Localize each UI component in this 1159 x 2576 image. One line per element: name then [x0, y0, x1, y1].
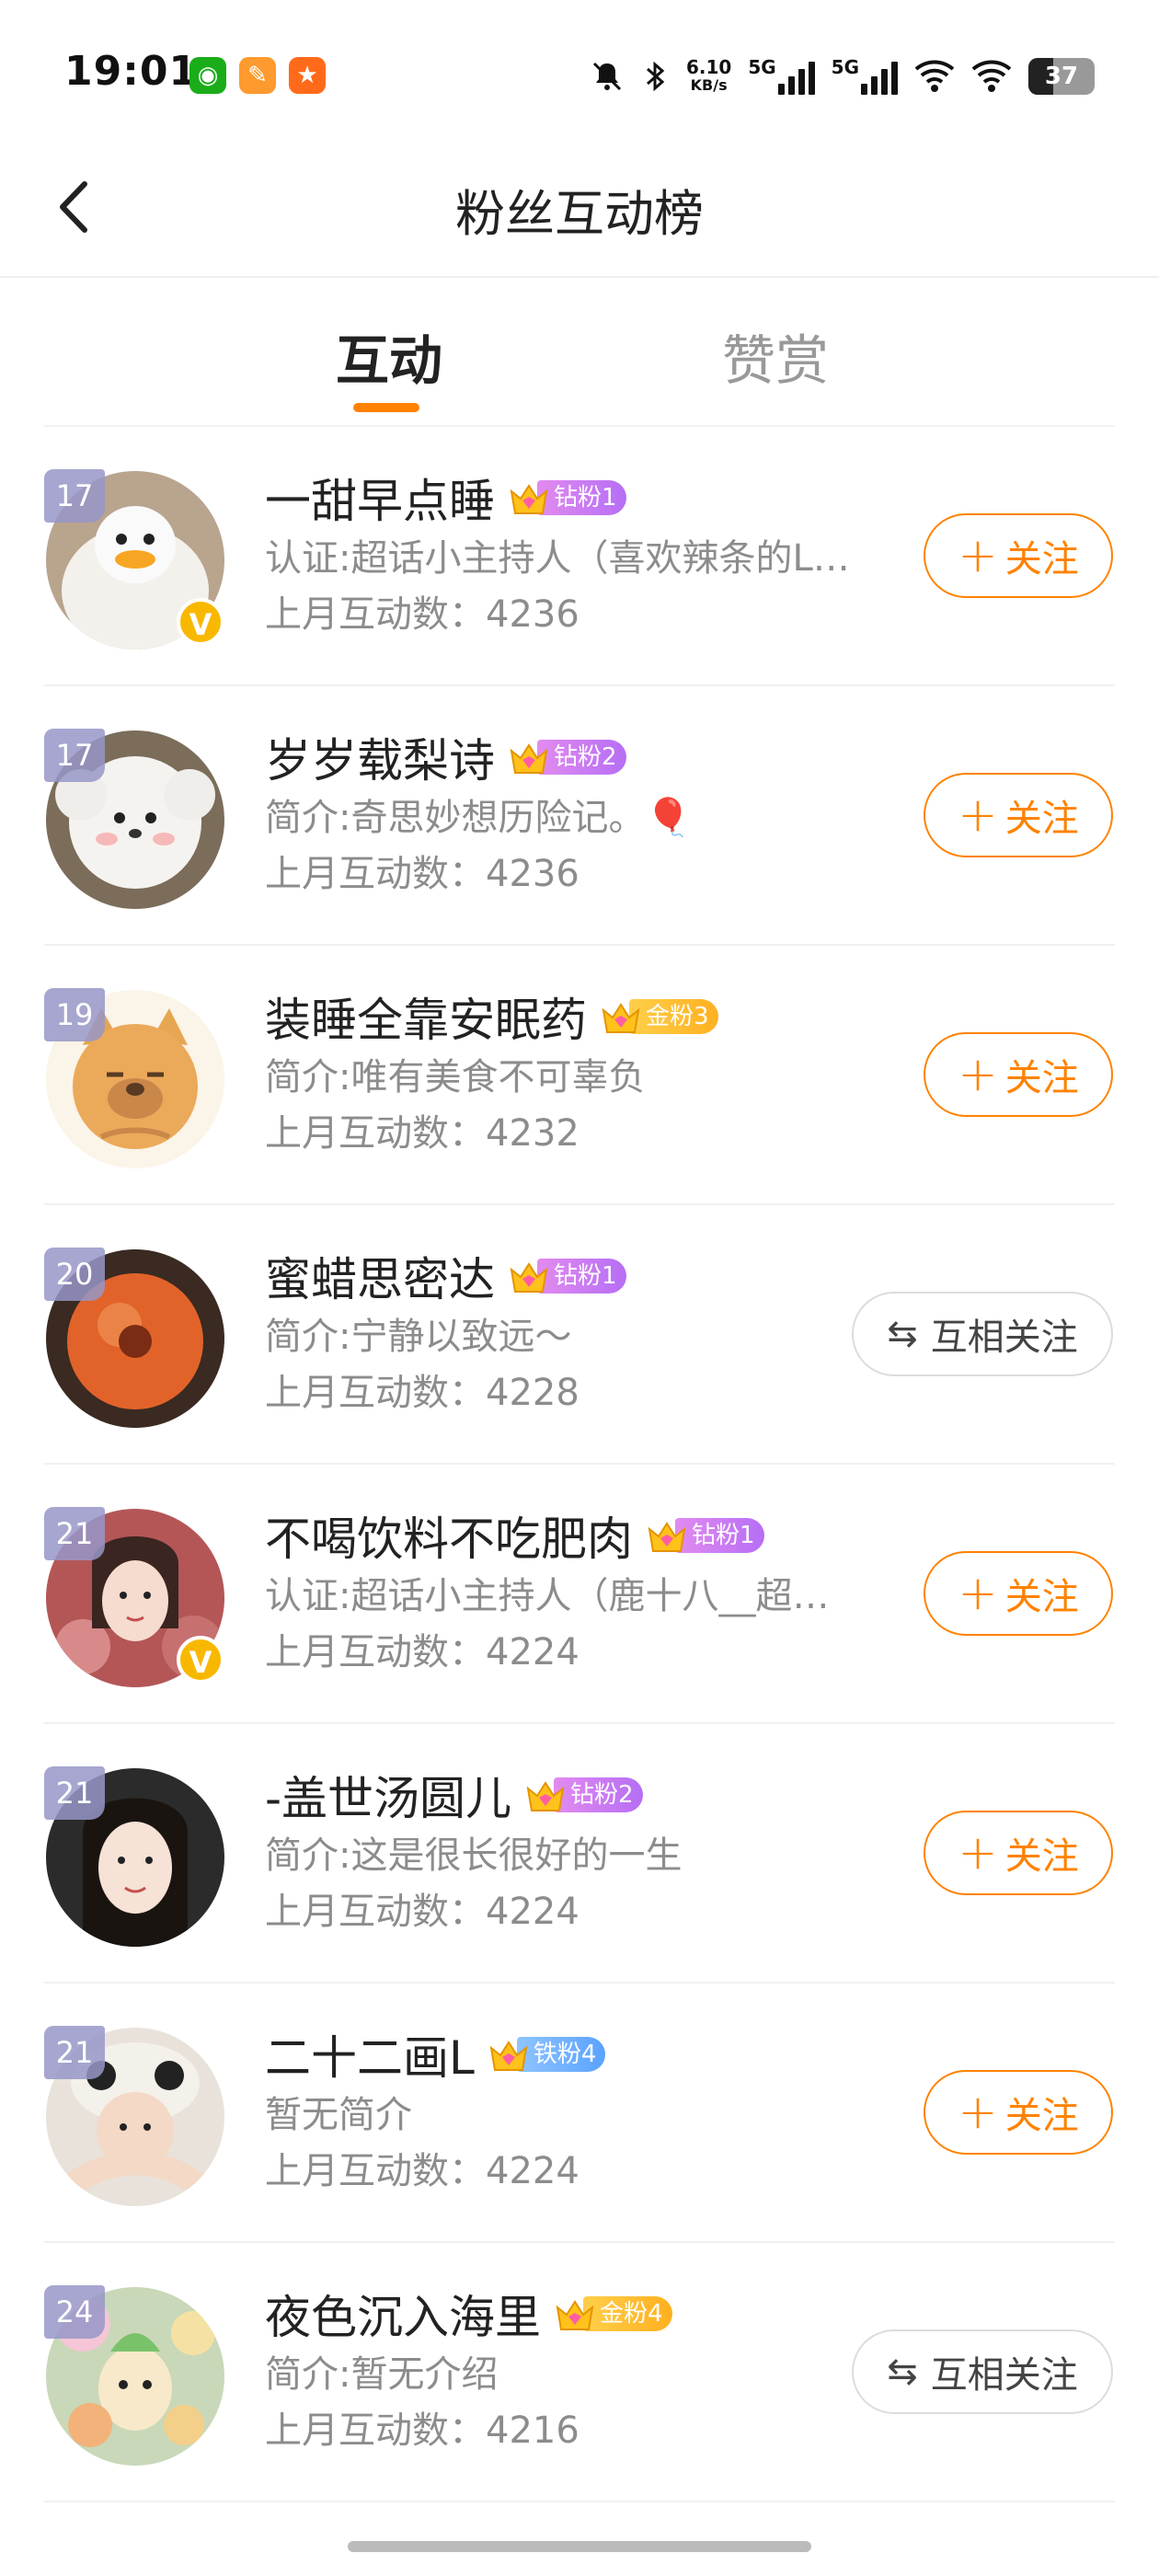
- crown-icon: [489, 2041, 528, 2071]
- user-name[interactable]: 蜜蜡思密达: [265, 1243, 495, 1309]
- tab-bar: 互动 赞赏: [0, 276, 1159, 427]
- list-item[interactable]: 21 二十二画L 铁粉4 暂无简介 上月互动数：4224 + 关注: [44, 1984, 1115, 2243]
- fan-level-badge: 钻粉1: [646, 1516, 764, 1555]
- rank-badge: 21: [44, 1507, 105, 1560]
- fan-level-badge: 金粉4: [554, 2294, 672, 2333]
- crown-icon: [510, 484, 548, 514]
- verified-badge-icon: V: [177, 1636, 224, 1684]
- plus-icon: +: [958, 2085, 998, 2140]
- signal-1: 5G: [748, 58, 815, 95]
- tab-interaction[interactable]: 互动: [336, 317, 442, 395]
- signal-2: 5G: [832, 58, 898, 95]
- crown-icon: [510, 1262, 548, 1293]
- follow-button[interactable]: + 关注: [924, 2070, 1113, 2155]
- interaction-count: 上月互动数：4228: [265, 1372, 580, 1414]
- network-speed: 6.10 KB/s: [685, 56, 732, 94]
- mute-icon: [592, 62, 622, 91]
- fan-list: 17 V 一甜早点睡 钻粉1 认证:超话小主持人（喜欢辣条的L… 上月互动数：4…: [0, 427, 1159, 2502]
- list-item[interactable]: 21 V 不喝饮料不吃肥肉 钻粉1 认证:超话小主持人（鹿十八__超… 上月互动…: [44, 1465, 1115, 1724]
- interaction-count: 上月互动数：4236: [265, 853, 580, 895]
- crown-icon: [602, 1003, 640, 1033]
- page-title: 粉丝互动榜: [455, 185, 704, 243]
- list-item[interactable]: 17 岁岁载梨诗 钻粉2 简介:奇思妙想历险记。🎈 上月互动数：4236 + 关注: [44, 686, 1115, 946]
- interaction-count: 上月互动数：4224: [265, 2150, 580, 2192]
- plus-icon: +: [958, 1825, 998, 1880]
- user-name[interactable]: 夜色沉入海里: [265, 2281, 541, 2347]
- rank-badge: 24: [44, 2285, 105, 2339]
- tab-reward[interactable]: 赞赏: [722, 317, 829, 395]
- app-notification-icon: ✎: [239, 57, 276, 94]
- follow-button[interactable]: + 关注: [924, 1811, 1113, 1895]
- interaction-count: 上月互动数：4224: [265, 1891, 580, 1933]
- nav-bar: 粉丝互动榜: [0, 138, 1159, 278]
- rank-badge: 21: [44, 1766, 105, 1820]
- user-name[interactable]: 岁岁载梨诗: [265, 724, 495, 790]
- wechat-icon: ◉: [189, 57, 226, 94]
- user-description: 认证:超话小主持人（鹿十八__超…: [265, 1575, 830, 1617]
- bluetooth-icon: [646, 61, 665, 92]
- follow-button[interactable]: + 关注: [924, 513, 1113, 598]
- mutual-arrows-icon: ⇆: [887, 2351, 918, 2393]
- list-item[interactable]: 21 -盖世汤圆儿 钻粉2 简介:这是很长很好的一生 上月互动数：4224 + 关…: [44, 1724, 1115, 1984]
- interaction-count: 上月互动数：4216: [265, 2409, 580, 2452]
- list-item[interactable]: 24 夜色沉入海里 金粉4 简介:暂无介绍 上月互动数：4216 ⇆ 互相关注: [44, 2243, 1115, 2502]
- user-name[interactable]: -盖世汤圆儿: [265, 1762, 511, 1828]
- status-icons: 6.10 KB/s 5G 5G 37: [589, 53, 1095, 99]
- follow-button[interactable]: + 关注: [924, 773, 1113, 857]
- interaction-count: 上月互动数：4236: [265, 593, 580, 636]
- status-bar: 19:01 ◉ ✎ ★ 6.10 KB/s 5G 5G 37: [0, 0, 1159, 138]
- clock: 19:01: [64, 48, 199, 95]
- fan-level-badge: 钻粉1: [508, 478, 626, 517]
- tab-active-indicator: [353, 403, 419, 412]
- crown-icon: [526, 1781, 565, 1811]
- rank-badge: 17: [44, 729, 105, 782]
- rank-badge: 20: [44, 1248, 105, 1301]
- verified-badge-icon: V: [177, 598, 224, 646]
- crown-icon: [510, 743, 548, 774]
- mutual-follow-button[interactable]: ⇆ 互相关注: [852, 2329, 1113, 2414]
- home-indicator[interactable]: [348, 2541, 811, 2552]
- user-description: 简介:唯有美食不可辜负: [265, 1056, 646, 1098]
- battery-icon: 37: [1028, 58, 1095, 95]
- user-description: 简介:奇思妙想历险记。🎈: [265, 797, 692, 839]
- mutual-follow-button[interactable]: ⇆ 互相关注: [852, 1292, 1113, 1376]
- interaction-count: 上月互动数：4224: [265, 1631, 580, 1673]
- plus-icon: +: [958, 528, 998, 583]
- fan-level-badge: 金粉3: [600, 997, 718, 1036]
- user-description: 认证:超话小主持人（喜欢辣条的L…: [265, 537, 850, 580]
- signal-strength-icon: [861, 58, 898, 95]
- plus-icon: +: [958, 1047, 998, 1102]
- mutual-arrows-icon: ⇆: [887, 1313, 918, 1355]
- crown-icon: [648, 1522, 686, 1552]
- list-item[interactable]: 19 装睡全靠安眠药 金粉3 简介:唯有美食不可辜负 上月互动数：4232 + 关…: [44, 946, 1115, 1205]
- list-item[interactable]: 17 V 一甜早点睡 钻粉1 认证:超话小主持人（喜欢辣条的L… 上月互动数：4…: [44, 427, 1115, 686]
- wifi-icon-2: [971, 60, 1012, 92]
- list-item[interactable]: 20 蜜蜡思密达 钻粉1 简介:宁静以致远～ 上月互动数：4228 ⇆ 互相关注: [44, 1205, 1115, 1465]
- plus-icon: +: [958, 788, 998, 843]
- signal-strength-icon: [777, 58, 815, 95]
- plus-icon: +: [958, 1566, 998, 1621]
- fan-level-badge: 钻粉2: [508, 738, 626, 776]
- user-name[interactable]: 装睡全靠安眠药: [265, 983, 587, 1050]
- user-description: 暂无简介: [265, 2094, 412, 2136]
- fan-level-badge: 钻粉1: [508, 1257, 626, 1295]
- fan-level-badge: 钻粉2: [524, 1776, 643, 1814]
- user-description: 简介:宁静以致远～: [265, 1316, 572, 1358]
- user-name[interactable]: 一甜早点睡: [265, 465, 495, 531]
- follow-button[interactable]: + 关注: [924, 1032, 1113, 1117]
- wifi-icon: [914, 60, 955, 92]
- rank-badge: 21: [44, 2026, 105, 2079]
- rank-badge: 17: [44, 469, 105, 523]
- user-name[interactable]: 二十二画L: [265, 2021, 475, 2087]
- interaction-count: 上月互动数：4232: [265, 1112, 580, 1155]
- crown-icon: [556, 2300, 594, 2330]
- fan-level-badge: 铁粉4: [488, 2035, 606, 2074]
- user-name[interactable]: 不喝饮料不吃肥肉: [265, 1502, 633, 1569]
- rank-badge: 19: [44, 988, 105, 1041]
- follow-button[interactable]: + 关注: [924, 1551, 1113, 1636]
- app-notification-icon-2: ★: [289, 57, 326, 94]
- user-description: 简介:这是很长很好的一生: [265, 1834, 683, 1877]
- user-description: 简介:暂无介绍: [265, 2353, 499, 2396]
